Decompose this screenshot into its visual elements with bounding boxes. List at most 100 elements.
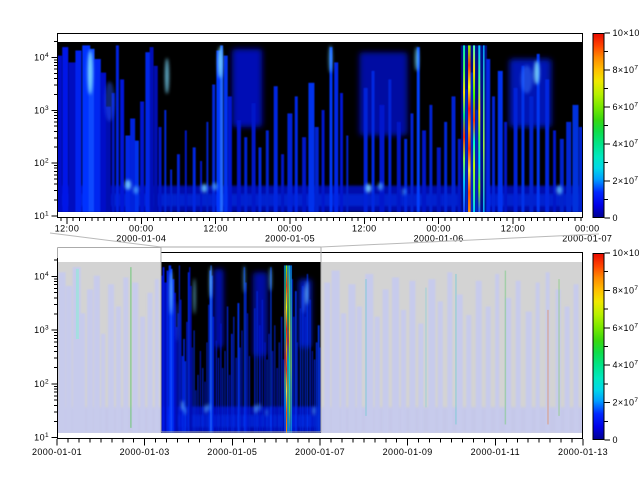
heat-col <box>190 286 191 433</box>
heat-glow <box>521 65 533 93</box>
bottom-colorbar-label: 0 <box>613 435 618 445</box>
wash-col <box>383 289 389 433</box>
heat-col <box>458 139 461 212</box>
heat-col <box>197 375 198 433</box>
wash-color-streak <box>130 267 132 428</box>
heat-col <box>239 348 240 434</box>
heat-col <box>410 113 413 212</box>
heat-glow <box>365 184 371 193</box>
top-colorbar-gradient <box>593 33 605 218</box>
heat-col <box>218 358 219 433</box>
heat-glow <box>210 267 212 299</box>
wash-col <box>59 272 66 433</box>
heat-glow <box>205 405 207 414</box>
heat-col <box>130 119 135 213</box>
heat-col <box>269 334 270 433</box>
heat-col <box>417 47 420 212</box>
heat-col <box>295 96 298 212</box>
heat-col <box>379 105 384 212</box>
heat-glow <box>402 188 406 195</box>
top-colorbar-ticks <box>605 33 611 218</box>
heat-glow <box>218 46 222 78</box>
heat-col <box>560 139 564 212</box>
heat-cloud <box>214 269 223 348</box>
wash-col <box>392 277 399 433</box>
bottom-colorbar-label: 6×107 <box>613 322 639 333</box>
y-tick-label: 101 <box>34 432 49 443</box>
wash-col <box>495 274 499 433</box>
heat-glow <box>302 286 306 314</box>
heat-glow <box>269 267 271 291</box>
heat-col <box>213 317 214 433</box>
heat-glow <box>258 403 260 411</box>
heat-col <box>471 73 473 212</box>
event-streak <box>473 45 475 212</box>
heat-col <box>200 351 201 433</box>
bottom-colorbar-label: 2×107 <box>613 397 639 408</box>
heat-col <box>292 279 293 433</box>
heat-col <box>182 356 184 433</box>
wash-col <box>409 281 415 433</box>
heat-col <box>293 317 294 433</box>
heat-col <box>220 324 221 433</box>
heat-col <box>193 147 196 212</box>
spectrogram-figure: 12:0000:002000-01-0412:0000:002000-01-05… <box>0 0 640 480</box>
heat-col <box>150 47 154 212</box>
heat-glow <box>193 278 195 314</box>
top-x-date-label: 2000-01-05 <box>265 234 315 244</box>
heat-col <box>177 154 180 212</box>
heat-glow <box>212 183 217 191</box>
heat-col <box>125 136 130 213</box>
heat-col <box>372 71 375 212</box>
event-streak <box>288 265 289 433</box>
top-x-tick-label: 00:00 <box>426 224 451 234</box>
y-tick-label: 103 <box>34 325 49 336</box>
heat-glow <box>125 180 131 190</box>
wash-col <box>486 306 491 433</box>
wash-col <box>94 276 100 433</box>
heat-col <box>545 79 549 212</box>
heat-col <box>159 127 162 212</box>
event-streak <box>289 265 290 433</box>
heat-col <box>254 308 255 433</box>
wash-color-streak <box>547 310 549 425</box>
wash-col <box>418 324 423 433</box>
wash-col <box>66 286 72 433</box>
heat-glow <box>175 302 178 342</box>
heat-glow <box>88 51 93 95</box>
figure: 12:0000:002000-01-0412:0000:002000-01-05… <box>0 0 640 480</box>
heat-col <box>192 348 193 434</box>
heat-col <box>135 141 139 212</box>
heat-col <box>195 390 196 433</box>
heat-col <box>227 306 228 433</box>
top-plot-data-area[interactable] <box>57 42 583 212</box>
wash-col <box>348 284 355 433</box>
bottom-colorbar-gradient <box>593 253 605 440</box>
heat-col <box>247 313 248 433</box>
heat-col <box>388 79 391 212</box>
heat-glow <box>182 401 184 411</box>
overview-selected-region[interactable] <box>161 262 321 433</box>
bottom-x-tick-label: 2000-01-09 <box>383 447 433 457</box>
heat-col <box>262 300 263 433</box>
heat-col <box>229 375 230 433</box>
heat-col <box>94 59 101 212</box>
top-colorbar-label: 8×107 <box>613 65 639 76</box>
heat-col <box>185 361 186 433</box>
top-colorbar-label: 4×107 <box>613 139 639 150</box>
heat-col <box>334 62 338 212</box>
heat-col <box>167 271 169 433</box>
heat-col <box>216 341 217 433</box>
heat-col <box>566 122 571 212</box>
bottom-x-tick-label: 2000-01-05 <box>207 447 257 457</box>
heat-col <box>206 122 208 212</box>
heat-col <box>529 96 533 212</box>
wash-color-streak <box>425 288 427 408</box>
heat-col <box>116 45 119 212</box>
heat-col <box>305 317 306 433</box>
heat-col <box>283 359 284 433</box>
heat-col <box>314 359 315 433</box>
wash-color-streak <box>455 274 457 424</box>
y-axis-ticks <box>52 260 58 437</box>
heat-glow <box>415 47 419 71</box>
